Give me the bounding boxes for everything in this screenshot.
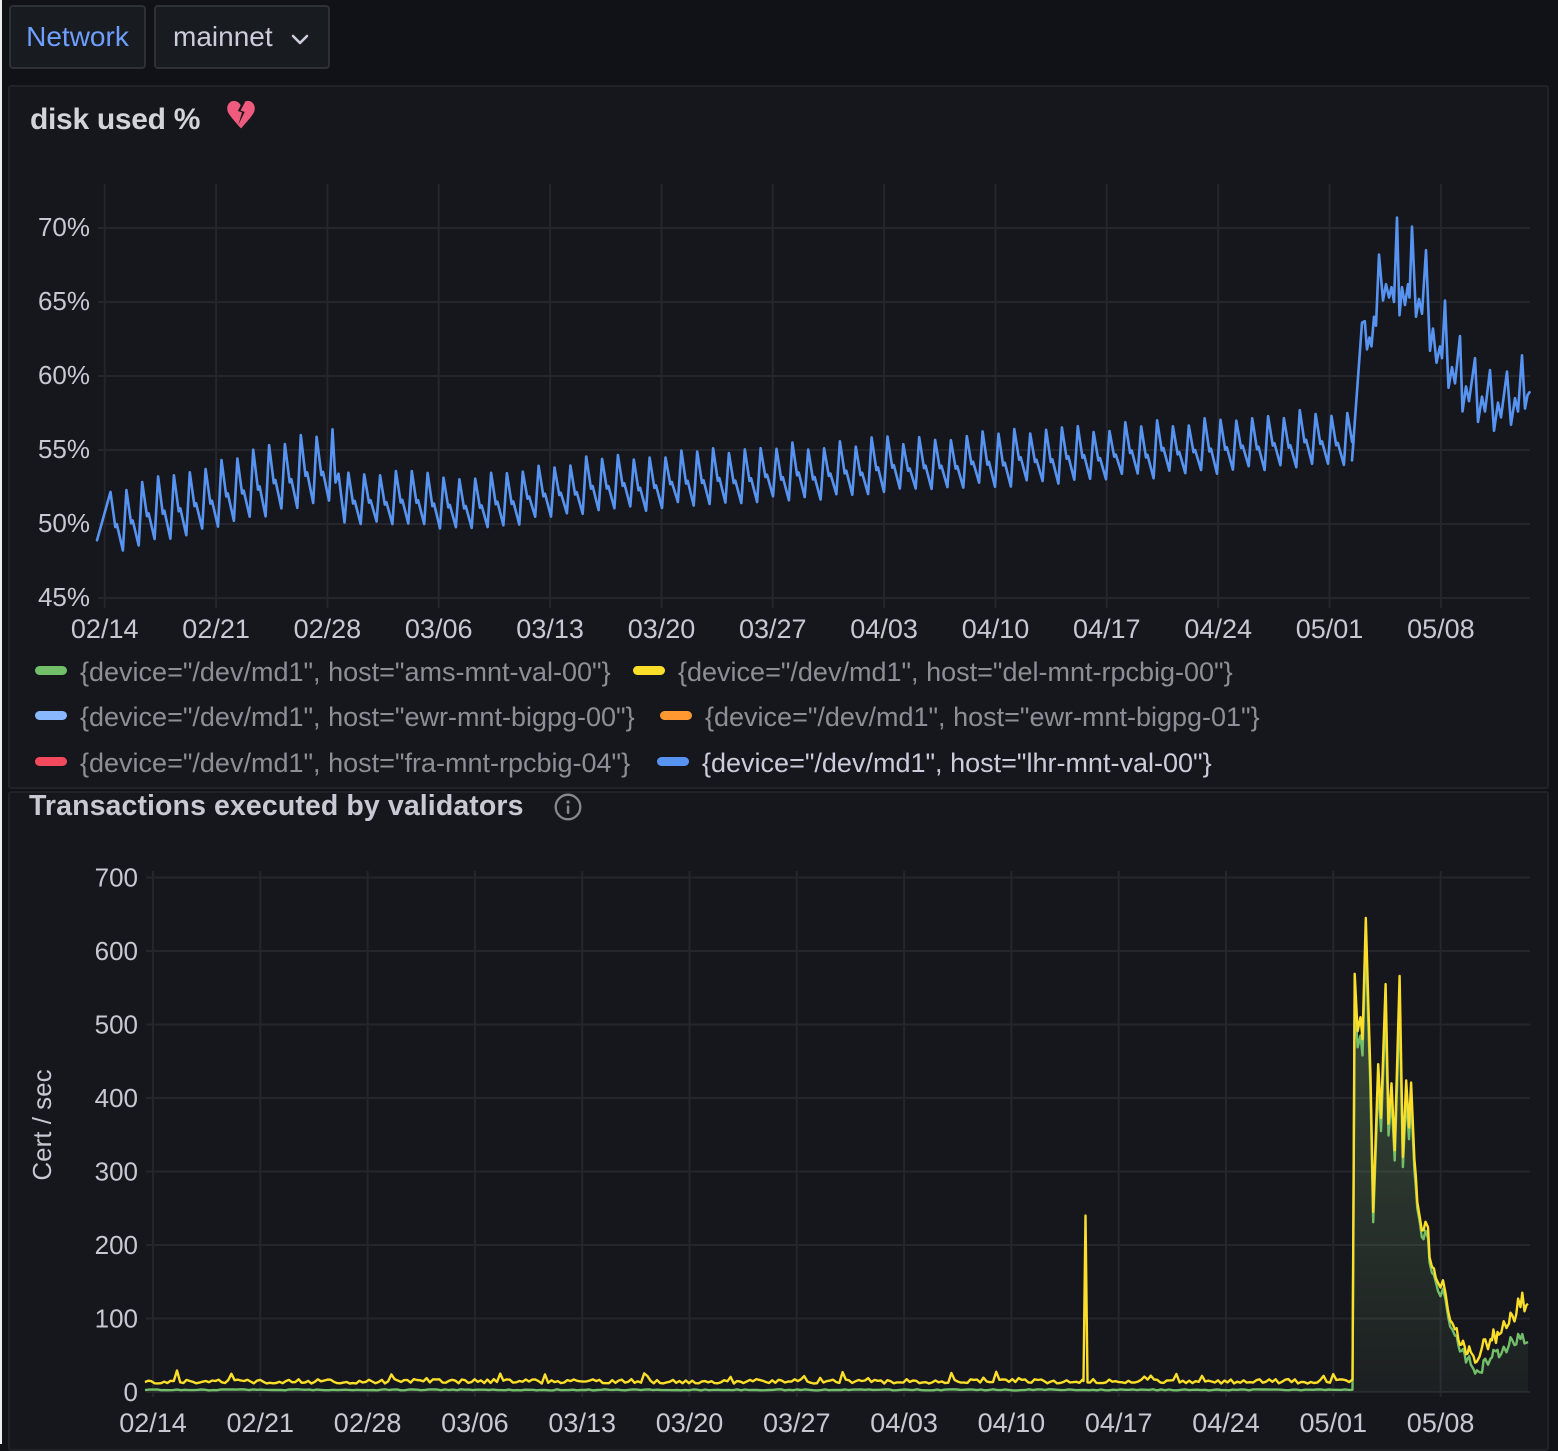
svg-text:03/27: 03/27 (739, 614, 807, 644)
svg-text:400: 400 (95, 1083, 138, 1113)
svg-text:05/08: 05/08 (1407, 614, 1475, 644)
svg-text:02/14: 02/14 (71, 614, 139, 644)
svg-text:45%: 45% (38, 582, 90, 612)
svg-text:500: 500 (95, 1010, 138, 1040)
svg-text:02/28: 02/28 (294, 614, 362, 644)
svg-text:03/13: 03/13 (516, 614, 584, 644)
svg-text:04/10: 04/10 (962, 614, 1030, 644)
svg-text:300: 300 (95, 1157, 138, 1187)
svg-text:03/13: 03/13 (548, 1408, 616, 1438)
svg-text:03/27: 03/27 (763, 1408, 831, 1438)
svg-text:55%: 55% (38, 434, 90, 464)
svg-text:02/14: 02/14 (119, 1408, 187, 1438)
svg-text:02/28: 02/28 (334, 1408, 402, 1438)
svg-text:05/01: 05/01 (1296, 614, 1364, 644)
svg-text:04/17: 04/17 (1073, 614, 1141, 644)
svg-text:65%: 65% (38, 286, 90, 316)
svg-text:600: 600 (95, 936, 138, 966)
svg-text:200: 200 (95, 1230, 138, 1260)
svg-text:70%: 70% (38, 212, 90, 242)
svg-text:05/01: 05/01 (1300, 1408, 1368, 1438)
svg-text:100: 100 (95, 1304, 138, 1334)
svg-text:02/21: 02/21 (227, 1408, 295, 1438)
svg-text:03/20: 03/20 (628, 614, 696, 644)
svg-text:03/06: 03/06 (405, 614, 473, 644)
svg-text:50%: 50% (38, 508, 90, 538)
svg-text:700: 700 (95, 863, 138, 893)
svg-text:03/20: 03/20 (656, 1408, 724, 1438)
svg-text:02/21: 02/21 (182, 614, 250, 644)
svg-text:05/08: 05/08 (1407, 1408, 1475, 1438)
svg-text:60%: 60% (38, 360, 90, 390)
svg-text:0: 0 (124, 1377, 138, 1407)
svg-text:04/03: 04/03 (870, 1408, 938, 1438)
svg-text:03/06: 03/06 (441, 1408, 509, 1438)
svg-text:04/17: 04/17 (1085, 1408, 1153, 1438)
svg-text:04/24: 04/24 (1184, 614, 1252, 644)
svg-text:Cert / sec: Cert / sec (27, 1069, 57, 1180)
svg-text:04/10: 04/10 (978, 1408, 1046, 1438)
svg-text:04/03: 04/03 (850, 614, 918, 644)
svg-text:04/24: 04/24 (1192, 1408, 1260, 1438)
